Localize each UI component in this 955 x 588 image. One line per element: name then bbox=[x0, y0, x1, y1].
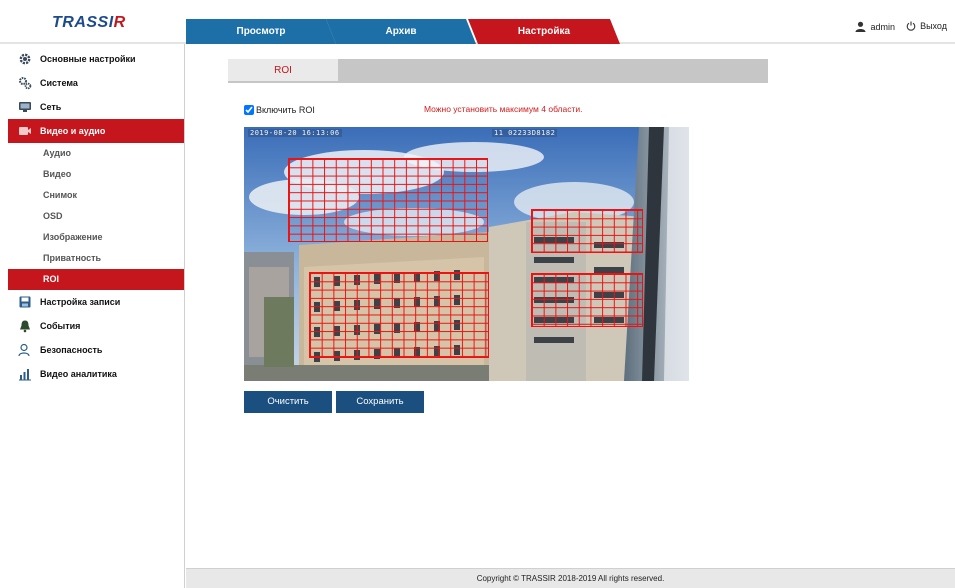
gear-icon bbox=[19, 53, 31, 65]
logout-button[interactable]: Выход bbox=[906, 21, 947, 31]
tab-view[interactable]: Просмотр bbox=[186, 19, 336, 44]
network-icon bbox=[19, 102, 31, 112]
sidebar-item-system[interactable]: Система bbox=[8, 71, 184, 95]
sidebar-subitem-roi[interactable]: ROI bbox=[8, 269, 184, 290]
sidebar-subitem-audio[interactable]: Аудио bbox=[8, 143, 184, 164]
logout-label: Выход bbox=[920, 21, 947, 31]
top-bar: TRASSIR Просмотр Архив Настройка admin В… bbox=[0, 0, 955, 44]
user-menu[interactable]: admin bbox=[855, 21, 895, 32]
save-button[interactable]: Сохранить bbox=[336, 391, 424, 413]
osd-channel: 11 02233D8182 bbox=[492, 129, 558, 137]
sidebar-item-network[interactable]: Сеть bbox=[8, 95, 184, 119]
trassir-logo: TRASSIR bbox=[52, 14, 126, 31]
sidebar-item-video-analytics[interactable]: Видео аналитика bbox=[8, 362, 184, 386]
gears-icon bbox=[19, 77, 32, 90]
sidebar-item-basic-settings[interactable]: Основные настройки bbox=[8, 47, 184, 71]
record-icon bbox=[19, 296, 31, 308]
user-icon bbox=[855, 21, 866, 32]
sub-tab-bar: ROI bbox=[228, 59, 768, 83]
sidebar-item-events[interactable]: События bbox=[8, 314, 184, 338]
sidebar-item-video-audio[interactable]: Видео и аудио bbox=[8, 119, 184, 143]
osd-datetime: 2019-08-20 16:13:06 bbox=[248, 129, 342, 137]
roi-area-3[interactable] bbox=[309, 272, 489, 358]
analytics-icon bbox=[19, 369, 31, 381]
roi-area-1[interactable] bbox=[288, 158, 488, 242]
camera-preview[interactable]: 2019-08-20 16:13:06 11 02233D8182 bbox=[244, 127, 689, 381]
tab-settings[interactable]: Настройка bbox=[468, 19, 620, 44]
clear-button[interactable]: Очистить bbox=[244, 391, 332, 413]
roi-area-4[interactable] bbox=[531, 273, 643, 327]
copyright-text: Copyright © TRASSIR 2018-2019 All rights… bbox=[476, 574, 665, 583]
sidebar-item-security[interactable]: Безопасность bbox=[8, 338, 184, 362]
enable-roi-check[interactable] bbox=[244, 105, 254, 115]
sidebar-subitem-osd[interactable]: OSD bbox=[8, 206, 184, 227]
sidebar-subitem-video[interactable]: Видео bbox=[8, 164, 184, 185]
sidebar: Основные настройки Система Сеть Видео и … bbox=[8, 44, 185, 588]
sidebar-subitem-image[interactable]: Изображение bbox=[8, 227, 184, 248]
enable-roi-checkbox[interactable]: Включить ROI bbox=[244, 105, 315, 115]
power-icon bbox=[906, 21, 916, 31]
main-content: ROI Включить ROI Можно установить максим… bbox=[186, 46, 955, 568]
roi-area-2[interactable] bbox=[531, 209, 643, 253]
enable-roi-label: Включить ROI bbox=[256, 105, 315, 115]
tab-roi[interactable]: ROI bbox=[228, 59, 338, 83]
max-areas-warning: Можно установить максимум 4 области. bbox=[424, 104, 583, 114]
bell-icon bbox=[20, 320, 30, 333]
video-icon bbox=[19, 127, 31, 135]
username: admin bbox=[870, 21, 895, 32]
footer: Copyright © TRASSIR 2018-2019 All rights… bbox=[186, 568, 955, 588]
user-security-icon bbox=[18, 343, 30, 357]
sidebar-subitem-snapshot[interactable]: Снимок bbox=[8, 185, 184, 206]
sidebar-subitem-privacy[interactable]: Приватность bbox=[8, 248, 184, 269]
tab-archive[interactable]: Архив bbox=[326, 19, 476, 44]
sidebar-item-record-settings[interactable]: Настройка записи bbox=[8, 290, 184, 314]
main-tabs: Просмотр Архив Настройка bbox=[186, 19, 626, 44]
